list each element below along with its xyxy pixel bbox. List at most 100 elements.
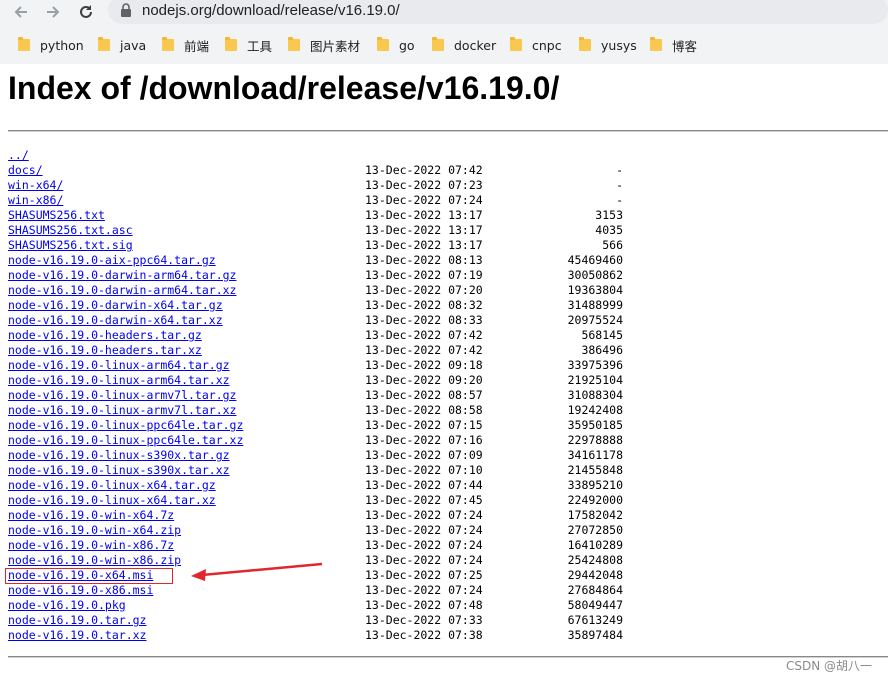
file-date: 13-Dec-2022 07:24 — [365, 538, 483, 552]
folder-icon — [579, 37, 591, 51]
file-date: 13-Dec-2022 13:17 — [365, 208, 483, 222]
file-link[interactable]: node-v16.19.0-linux-arm64.tar.gz — [8, 358, 230, 373]
file-date: 13-Dec-2022 08:13 — [365, 253, 483, 267]
list-item: node-v16.19.0-win-x64.zip 13-Dec-2022 07:… — [8, 523, 888, 538]
lock-icon[interactable] — [120, 2, 132, 17]
bookmark-java[interactable]: java — [98, 36, 146, 54]
file-link[interactable]: node-v16.19.0-linux-s390x.tar.gz — [8, 448, 230, 463]
file-link[interactable]: node-v16.19.0-win-x64.zip — [8, 523, 181, 538]
file-link[interactable]: win-x86/ — [8, 193, 63, 208]
file-link[interactable]: node-v16.19.0-linux-armv7l.tar.gz — [8, 388, 236, 403]
file-size: 35897484 — [567, 628, 623, 642]
file-date: 13-Dec-2022 07:23 — [365, 178, 483, 192]
file-date: 13-Dec-2022 07:42 — [365, 343, 483, 357]
file-link[interactable]: SHASUMS256.txt — [8, 208, 105, 223]
forward-arrow-icon[interactable] — [44, 3, 62, 21]
file-date: 13-Dec-2022 07:48 — [365, 598, 483, 612]
file-link[interactable]: ../ — [8, 148, 29, 163]
file-date: 13-Dec-2022 08:32 — [365, 298, 483, 312]
file-size: 22492000 — [567, 493, 623, 507]
file-link[interactable]: node-v16.19.0-linux-arm64.tar.xz — [8, 373, 230, 388]
browser-chrome: nodejs.org/download/release/v16.19.0/ py… — [0, 0, 888, 64]
file-link[interactable]: node-v16.19.0-headers.tar.xz — [8, 343, 202, 358]
file-link[interactable]: node-v16.19.0.pkg — [8, 598, 126, 613]
file-link[interactable]: docs/ — [8, 163, 43, 178]
file-size: 21455848 — [567, 463, 623, 477]
file-link[interactable]: node-v16.19.0-win-x86.7z — [8, 538, 174, 553]
list-item: node-v16.19.0-aix-ppc64.tar.gz 13-Dec-202… — [8, 253, 888, 268]
list-item: node-v16.19.0-linux-ppc64le.tar.xz 13-Dec… — [8, 433, 888, 448]
list-item: node-v16.19.0.pkg 13-Dec-2022 07:48 580494… — [8, 598, 888, 613]
file-link[interactable]: node-v16.19.0-linux-ppc64le.tar.gz — [8, 418, 243, 433]
folder-icon — [225, 37, 237, 51]
file-link[interactable]: node-v16.19.0-x86.msi — [8, 583, 153, 598]
list-item: node-v16.19.0-win-x86.7z 13-Dec-2022 07:2… — [8, 538, 888, 553]
file-size: 568145 — [581, 328, 623, 342]
bookmark-frontend[interactable]: 前端 — [162, 36, 209, 54]
folder-icon — [510, 37, 522, 51]
file-date: 13-Dec-2022 08:58 — [365, 403, 483, 417]
back-arrow-icon[interactable] — [12, 3, 30, 21]
bookmark-python[interactable]: python — [18, 36, 84, 54]
file-size: 3153 — [595, 208, 623, 222]
file-size: - — [616, 163, 623, 177]
file-date: 13-Dec-2022 07:33 — [365, 613, 483, 627]
file-link[interactable]: node-v16.19.0-linux-x64.tar.xz — [8, 493, 216, 508]
folder-icon — [432, 37, 444, 51]
bookmark-docker[interactable]: docker — [432, 36, 496, 54]
bookmark-tools[interactable]: 工具 — [225, 36, 272, 54]
file-size: 27684864 — [567, 583, 623, 597]
file-link[interactable]: node-v16.19.0-darwin-x64.tar.gz — [8, 298, 223, 313]
list-item: node-v16.19.0-linux-s390x.tar.gz 13-Dec-2… — [8, 448, 888, 463]
url-text[interactable]: nodejs.org/download/release/v16.19.0/ — [142, 2, 400, 19]
bookmark-blog[interactable]: 博客 — [650, 36, 697, 54]
file-date: 13-Dec-2022 13:17 — [365, 223, 483, 237]
list-item: node-v16.19.0-darwin-x64.tar.gz 13-Dec-20… — [8, 298, 888, 313]
file-link[interactable]: node-v16.19.0-linux-x64.tar.gz — [8, 478, 216, 493]
file-link[interactable]: node-v16.19.0-darwin-arm64.tar.gz — [8, 268, 236, 283]
list-item: node-v16.19.0-linux-x64.tar.xz 13-Dec-202… — [8, 493, 888, 508]
file-date: 13-Dec-2022 07:42 — [365, 163, 483, 177]
file-link[interactable]: node-v16.19.0-win-x64.7z — [8, 508, 174, 523]
file-size: 20975524 — [567, 313, 623, 327]
file-link[interactable]: node-v16.19.0-linux-s390x.tar.xz — [8, 463, 230, 478]
file-size: 33975396 — [567, 358, 623, 372]
file-size: 19363804 — [567, 283, 623, 297]
file-size: 34161178 — [567, 448, 623, 462]
file-link[interactable]: node-v16.19.0-darwin-x64.tar.xz — [8, 313, 223, 328]
list-item: node-v16.19.0-darwin-arm64.tar.gz 13-Dec-… — [8, 268, 888, 283]
file-link[interactable]: node-v16.19.0-darwin-arm64.tar.xz — [8, 283, 236, 298]
file-link[interactable]: win-x64/ — [8, 178, 63, 193]
file-date: 13-Dec-2022 07:16 — [365, 433, 483, 447]
file-size: - — [616, 178, 623, 192]
file-link[interactable]: SHASUMS256.txt.asc — [8, 223, 133, 238]
file-date: 13-Dec-2022 07:19 — [365, 268, 483, 282]
file-date: 13-Dec-2022 09:20 — [365, 373, 483, 387]
file-link[interactable]: node-v16.19.0-linux-armv7l.tar.xz — [8, 403, 236, 418]
folder-icon — [18, 37, 30, 51]
list-item: node-v16.19.0-x86.msi 13-Dec-2022 07:24 27… — [8, 583, 888, 598]
file-link[interactable]: node-v16.19.0-aix-ppc64.tar.gz — [8, 253, 216, 268]
file-link[interactable]: node-v16.19.0-win-x86.zip — [8, 553, 181, 568]
bookmark-go[interactable]: go — [377, 36, 415, 54]
file-link[interactable]: SHASUMS256.txt.sig — [8, 238, 133, 253]
bookmark-cnpc[interactable]: cnpc — [510, 36, 562, 54]
file-link[interactable]: node-v16.19.0.tar.xz — [8, 628, 146, 643]
file-link[interactable]: node-v16.19.0-linux-ppc64le.tar.xz — [8, 433, 243, 448]
file-size: 29442048 — [567, 568, 623, 582]
file-date: 13-Dec-2022 07:09 — [365, 448, 483, 462]
file-size: 31088304 — [567, 388, 623, 402]
list-item: node-v16.19.0-win-x86.zip 13-Dec-2022 07:… — [8, 553, 888, 568]
file-size: 45469460 — [567, 253, 623, 267]
file-date: 13-Dec-2022 07:25 — [365, 568, 483, 582]
file-link[interactable]: node-v16.19.0-headers.tar.gz — [8, 328, 202, 343]
list-item: node-v16.19.0-linux-arm64.tar.xz 13-Dec-2… — [8, 373, 888, 388]
reload-icon[interactable] — [77, 3, 95, 21]
file-date: 13-Dec-2022 07:15 — [365, 418, 483, 432]
bookmarks-bar: python java 前端 工具 图片素材 go docker cnpc yu… — [0, 30, 888, 60]
list-item: SHASUMS256.txt 13-Dec-2022 13:17 3153 — [8, 208, 888, 223]
file-link[interactable]: node-v16.19.0.tar.gz — [8, 613, 146, 628]
list-item: node-v16.19.0-linux-armv7l.tar.xz 13-Dec-… — [8, 403, 888, 418]
bookmark-image-assets[interactable]: 图片素材 — [288, 36, 360, 54]
bookmark-yusys[interactable]: yusys — [579, 36, 637, 54]
